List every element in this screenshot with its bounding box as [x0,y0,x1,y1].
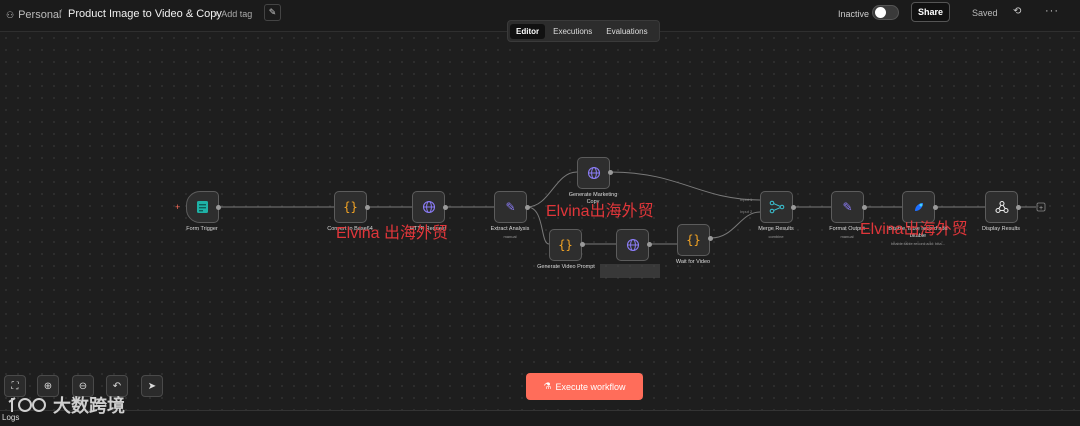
watermark-text: Elvina出海外贸 [860,221,968,238]
output-port[interactable] [216,205,221,210]
form-icon [196,201,208,213]
output-port[interactable] [580,242,585,247]
node-label: Display Results [982,226,1020,232]
node-video-http-request[interactable] [616,229,649,261]
globe-icon [587,166,600,180]
code-braces-icon: {} [343,200,358,214]
watermark-text: Elvina 出海外贸 [336,225,449,242]
redacted-label [600,264,660,278]
tab-evaluations[interactable]: Evaluations [600,24,653,39]
output-port[interactable] [608,170,613,175]
output-port[interactable] [647,242,652,247]
undo-icon: ↶ [112,380,122,392]
zoom-out-icon: ⊖ [78,380,88,392]
output-port[interactable] [862,205,867,210]
logs-panel-bar[interactable]: Logs [0,410,1080,426]
node-generate-marketing-copy[interactable] [577,157,610,189]
execute-workflow-button[interactable]: ⚗ Execute workflow [526,373,643,400]
node-label: Merge Results [758,226,794,232]
logo-text: 大数跨境 [53,396,125,416]
pencil-icon: ✎ [505,200,516,214]
output-port[interactable] [708,236,713,241]
output-port[interactable] [365,205,370,210]
output-port[interactable] [525,205,530,210]
output-port[interactable] [791,205,796,210]
zoom-in-icon: ⊕ [43,380,53,392]
logo-icon [8,397,46,412]
watermark-text: Elvina出海外贸 [546,203,654,220]
node-label: Form Trigger [186,226,218,232]
node-form-trigger[interactable] [186,191,219,223]
tab-editor[interactable]: Editor [510,23,546,39]
bitable-icon [914,203,923,211]
globe-icon [626,238,639,252]
input-2-label: Input 2 [740,209,753,214]
node-subtitle: combine [768,234,784,239]
node-extract-analysis[interactable]: ✎ [494,191,527,223]
output-port[interactable] [1016,205,1021,210]
svg-text:+: + [1039,205,1043,212]
input-1-label: Input 1 [740,197,753,202]
logo-watermark: 大数跨境 [8,392,125,418]
fit-view-icon: ⛶ [11,380,19,392]
pencil-icon: ✎ [842,200,853,214]
node-subtitle: bitable:table:record:add: bita... [891,241,945,246]
node-merge-results[interactable] [760,191,793,223]
flask-icon: ⚗ [543,381,552,391]
node-label: Generate Video Prompt [537,264,595,270]
code-braces-icon: {} [686,233,701,247]
trigger-plus-icon: + [175,202,180,212]
node-subtitle: manual [503,234,517,239]
code-braces-icon: {} [558,238,573,252]
node-label: Extract Analysis [490,226,530,232]
view-tabs: Editor Executions Evaluations [507,20,660,42]
output-port[interactable] [933,205,938,210]
magic-wand-icon: ➤ [147,380,157,392]
tidy-up-button[interactable]: ➤ [141,375,163,397]
node-generate-video-prompt[interactable]: {} [549,229,582,261]
node-label: Wait for Video [675,259,711,265]
tab-executions[interactable]: Executions [547,24,598,39]
webhook-icon [994,200,1009,214]
node-wait-for-video[interactable]: {} [677,224,710,256]
globe-icon [422,200,435,214]
node-display-results[interactable] [985,191,1018,223]
merge-icon [769,200,784,214]
output-port[interactable] [443,205,448,210]
execute-workflow-label: Execute workflow [555,381,626,392]
